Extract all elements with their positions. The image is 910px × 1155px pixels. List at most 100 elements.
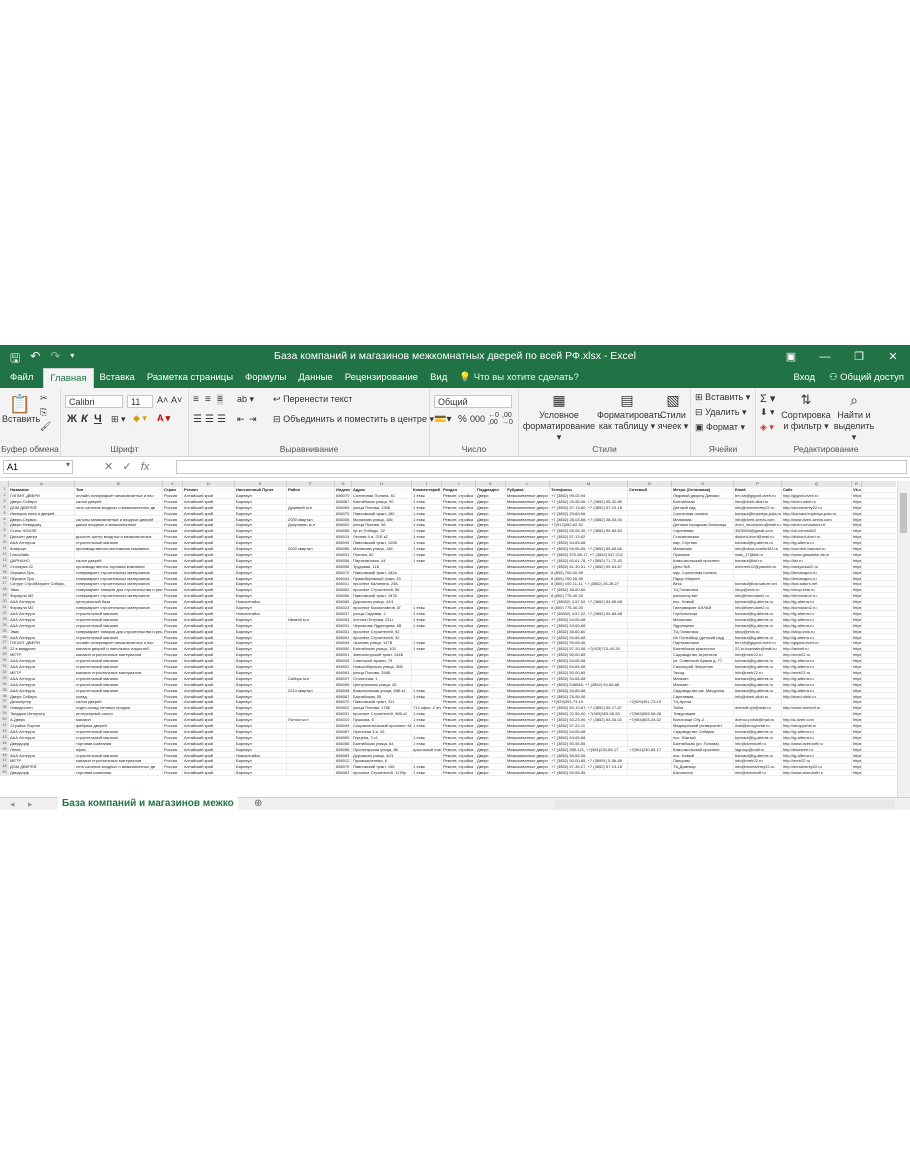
row-number[interactable]: 49 — [0, 770, 9, 777]
table-cell[interactable]: https://v — [852, 770, 862, 777]
table-cell[interactable] — [287, 770, 335, 777]
format-painter-icon[interactable]: 🖌 — [40, 421, 51, 432]
tab-insert[interactable]: Вставка — [94, 368, 141, 388]
table-cell[interactable]: Россия — [163, 770, 183, 777]
minimize-icon[interactable]: — — [808, 345, 842, 368]
formula-input[interactable] — [176, 460, 907, 474]
underline-button[interactable]: Ч — [94, 413, 102, 425]
copy-icon[interactable]: ⎘ — [40, 407, 47, 418]
cell-styles-icon: ▧ — [666, 392, 680, 408]
fx-icon[interactable]: fx — [141, 461, 150, 473]
conditional-formatting-button[interactable]: ▦ Условное форматирование ▾ — [521, 390, 597, 443]
table-cell[interactable]: Ремонт, стройка — [442, 770, 476, 777]
sort-filter-icon: ⇅ — [800, 392, 812, 407]
paste-button[interactable]: 📋 Вставить — [2, 394, 40, 425]
cut-icon[interactable]: ✂ — [40, 393, 48, 404]
vertical-scrollbar[interactable] — [897, 481, 910, 797]
fill-icon[interactable]: ⬇ ▾ — [760, 407, 775, 418]
align-bottom-icon[interactable]: ≡ — [217, 394, 223, 405]
close-icon[interactable]: ✕ — [876, 345, 910, 368]
shrink-font-icon[interactable]: A˅ — [171, 395, 182, 405]
number-format-select[interactable]: Общий — [434, 395, 512, 408]
table-cell[interactable]: торговая компания — [75, 770, 163, 777]
cancel-icon[interactable]: ✕ — [104, 461, 113, 473]
bold-button[interactable]: Ж — [67, 413, 77, 425]
next-sheet-icon[interactable]: ▸ — [28, 799, 33, 810]
currency-icon[interactable]: 💳▾ — [434, 414, 451, 425]
table-cell[interactable]: 1 этаж — [412, 770, 442, 777]
cell-styles-button[interactable]: ▧ Стили ячеек ▾ — [657, 390, 689, 432]
align-center-icon[interactable]: ☰ — [205, 414, 214, 425]
prev-sheet-icon[interactable]: ◂ — [10, 799, 15, 810]
add-sheet-icon[interactable]: ⊕ — [254, 798, 262, 809]
share-button[interactable]: ⚇ Общий доступ — [829, 368, 904, 388]
tab-view[interactable]: Вид — [424, 368, 453, 388]
tell-me-search[interactable]: 💡 Что вы хотите сделать? — [453, 368, 585, 388]
clipboard-icon: 📋 — [8, 394, 32, 414]
delete-cells-icon: ⊟ — [695, 407, 703, 417]
fill-color-icon[interactable]: ◆ ▾ — [133, 413, 147, 424]
percent-icon[interactable]: % — [458, 414, 467, 425]
table-cell[interactable]: info@dverdorff.ru — [734, 770, 782, 777]
autosum-icon[interactable]: Σ ▾ — [760, 392, 775, 405]
ribbon-display-icon[interactable]: ▣ — [774, 345, 808, 368]
styles-group: ▦ Условное форматирование ▾ ▤ Форматиров… — [519, 388, 691, 456]
font-size-select[interactable]: 11 — [127, 395, 153, 408]
table-cell[interactable]: 656063 — [335, 770, 352, 777]
table-cell[interactable]: Двери — [476, 770, 506, 777]
grow-font-icon[interactable]: A˄ — [157, 395, 168, 405]
number-group-label: Число — [461, 444, 487, 454]
table-cell[interactable]: Алтайский край — [183, 770, 235, 777]
signin-link[interactable]: Вход — [794, 368, 816, 388]
table-cell[interactable]: http://www.dverdorff.ru — [782, 770, 852, 777]
table-cell[interactable]: Двердорф — [9, 770, 75, 777]
format-as-table-button[interactable]: ▤ Форматировать как таблицу ▾ — [597, 390, 662, 432]
decrease-decimal-icon[interactable]: ,00 →0 — [502, 412, 513, 426]
table-cell[interactable] — [628, 770, 672, 777]
italic-button[interactable]: К — [81, 413, 88, 425]
tab-review[interactable]: Рецензирование — [339, 368, 424, 388]
comma-style-icon[interactable]: 000 — [470, 414, 485, 424]
vertical-scroll-thumb[interactable] — [900, 493, 907, 533]
table-cell[interactable]: Межкомнатные двери — [506, 770, 550, 777]
align-top-icon[interactable]: ≡ — [193, 394, 199, 405]
format-cells-icon: ▣ — [695, 422, 704, 432]
decrease-indent-icon[interactable]: ⇤ — [237, 414, 245, 425]
insert-cells-button[interactable]: ⊞ Вставить ▾ — [695, 392, 750, 403]
table-cell[interactable]: проспект Строителей, 117Вр — [352, 770, 412, 777]
sheet-tab[interactable]: База компаний и магазинов межко — [58, 796, 238, 810]
align-right-icon[interactable]: ☰ — [217, 414, 226, 425]
table-cell[interactable]: Барнаул — [235, 770, 287, 777]
align-middle-icon[interactable]: ≡ — [205, 394, 211, 405]
name-box[interactable]: A1 — [3, 460, 73, 474]
tab-page-layout[interactable]: Разметка страницы — [141, 368, 239, 388]
wrap-text-button[interactable]: ↩ Перенести текст — [273, 394, 352, 405]
clear-icon[interactable]: ◈ ▾ — [760, 422, 774, 433]
font-color-icon[interactable]: A ▾ — [157, 413, 170, 424]
orientation-icon[interactable]: ab ▾ — [237, 394, 254, 405]
horizontal-scrollbar[interactable] — [555, 800, 895, 809]
merge-center-button[interactable]: ⊟ Объединить и поместить в центре ▾ — [273, 414, 434, 425]
format-cells-button[interactable]: ▣ Формат ▾ — [695, 422, 745, 433]
tab-formulas[interactable]: Формулы — [239, 368, 292, 388]
name-box-dropdown-icon[interactable]: ▾ — [66, 460, 70, 469]
ribbon-tabs: Файл Главная Вставка Разметка страницы Ф… — [0, 368, 910, 388]
borders-icon[interactable]: ⊞ ▾ — [111, 414, 126, 425]
delete-cells-button[interactable]: ⊟ Удалить ▾ — [695, 407, 746, 418]
tab-home[interactable]: Главная — [43, 368, 94, 388]
tab-file[interactable]: Файл — [0, 368, 43, 388]
font-name-select[interactable]: Calibri — [65, 395, 123, 408]
restore-icon[interactable]: ❐ — [842, 345, 876, 368]
tab-data[interactable]: Данные — [292, 368, 338, 388]
align-left-icon[interactable]: ☰ — [193, 414, 202, 425]
table-cell[interactable]: Школьного — [672, 770, 734, 777]
person-icon: ⚇ — [829, 372, 838, 383]
enter-icon[interactable]: ✓ — [122, 461, 131, 473]
find-select-button[interactable]: ⌕ Найти и выделить ▾ — [832, 390, 876, 443]
sort-filter-button[interactable]: ⇅ Сортировка и фильтр ▾ — [780, 390, 832, 432]
increase-decimal-icon[interactable]: ←0,00 — [488, 412, 499, 426]
spreadsheet-grid[interactable]: ABCDEFGHIJKLMNOPQR 1 Название Тип Стран Реги… — [0, 481, 896, 797]
increase-indent-icon[interactable]: ⇥ — [249, 414, 257, 425]
alignment-group: ≡ ≡ ≡ ab ▾ ↩ Перенести текст ☰ ☰ ☰ ⇤ ⇥ ⊟… — [189, 388, 434, 456]
table-cell[interactable]: +7 (3852) 50-55-55 — [550, 770, 628, 777]
